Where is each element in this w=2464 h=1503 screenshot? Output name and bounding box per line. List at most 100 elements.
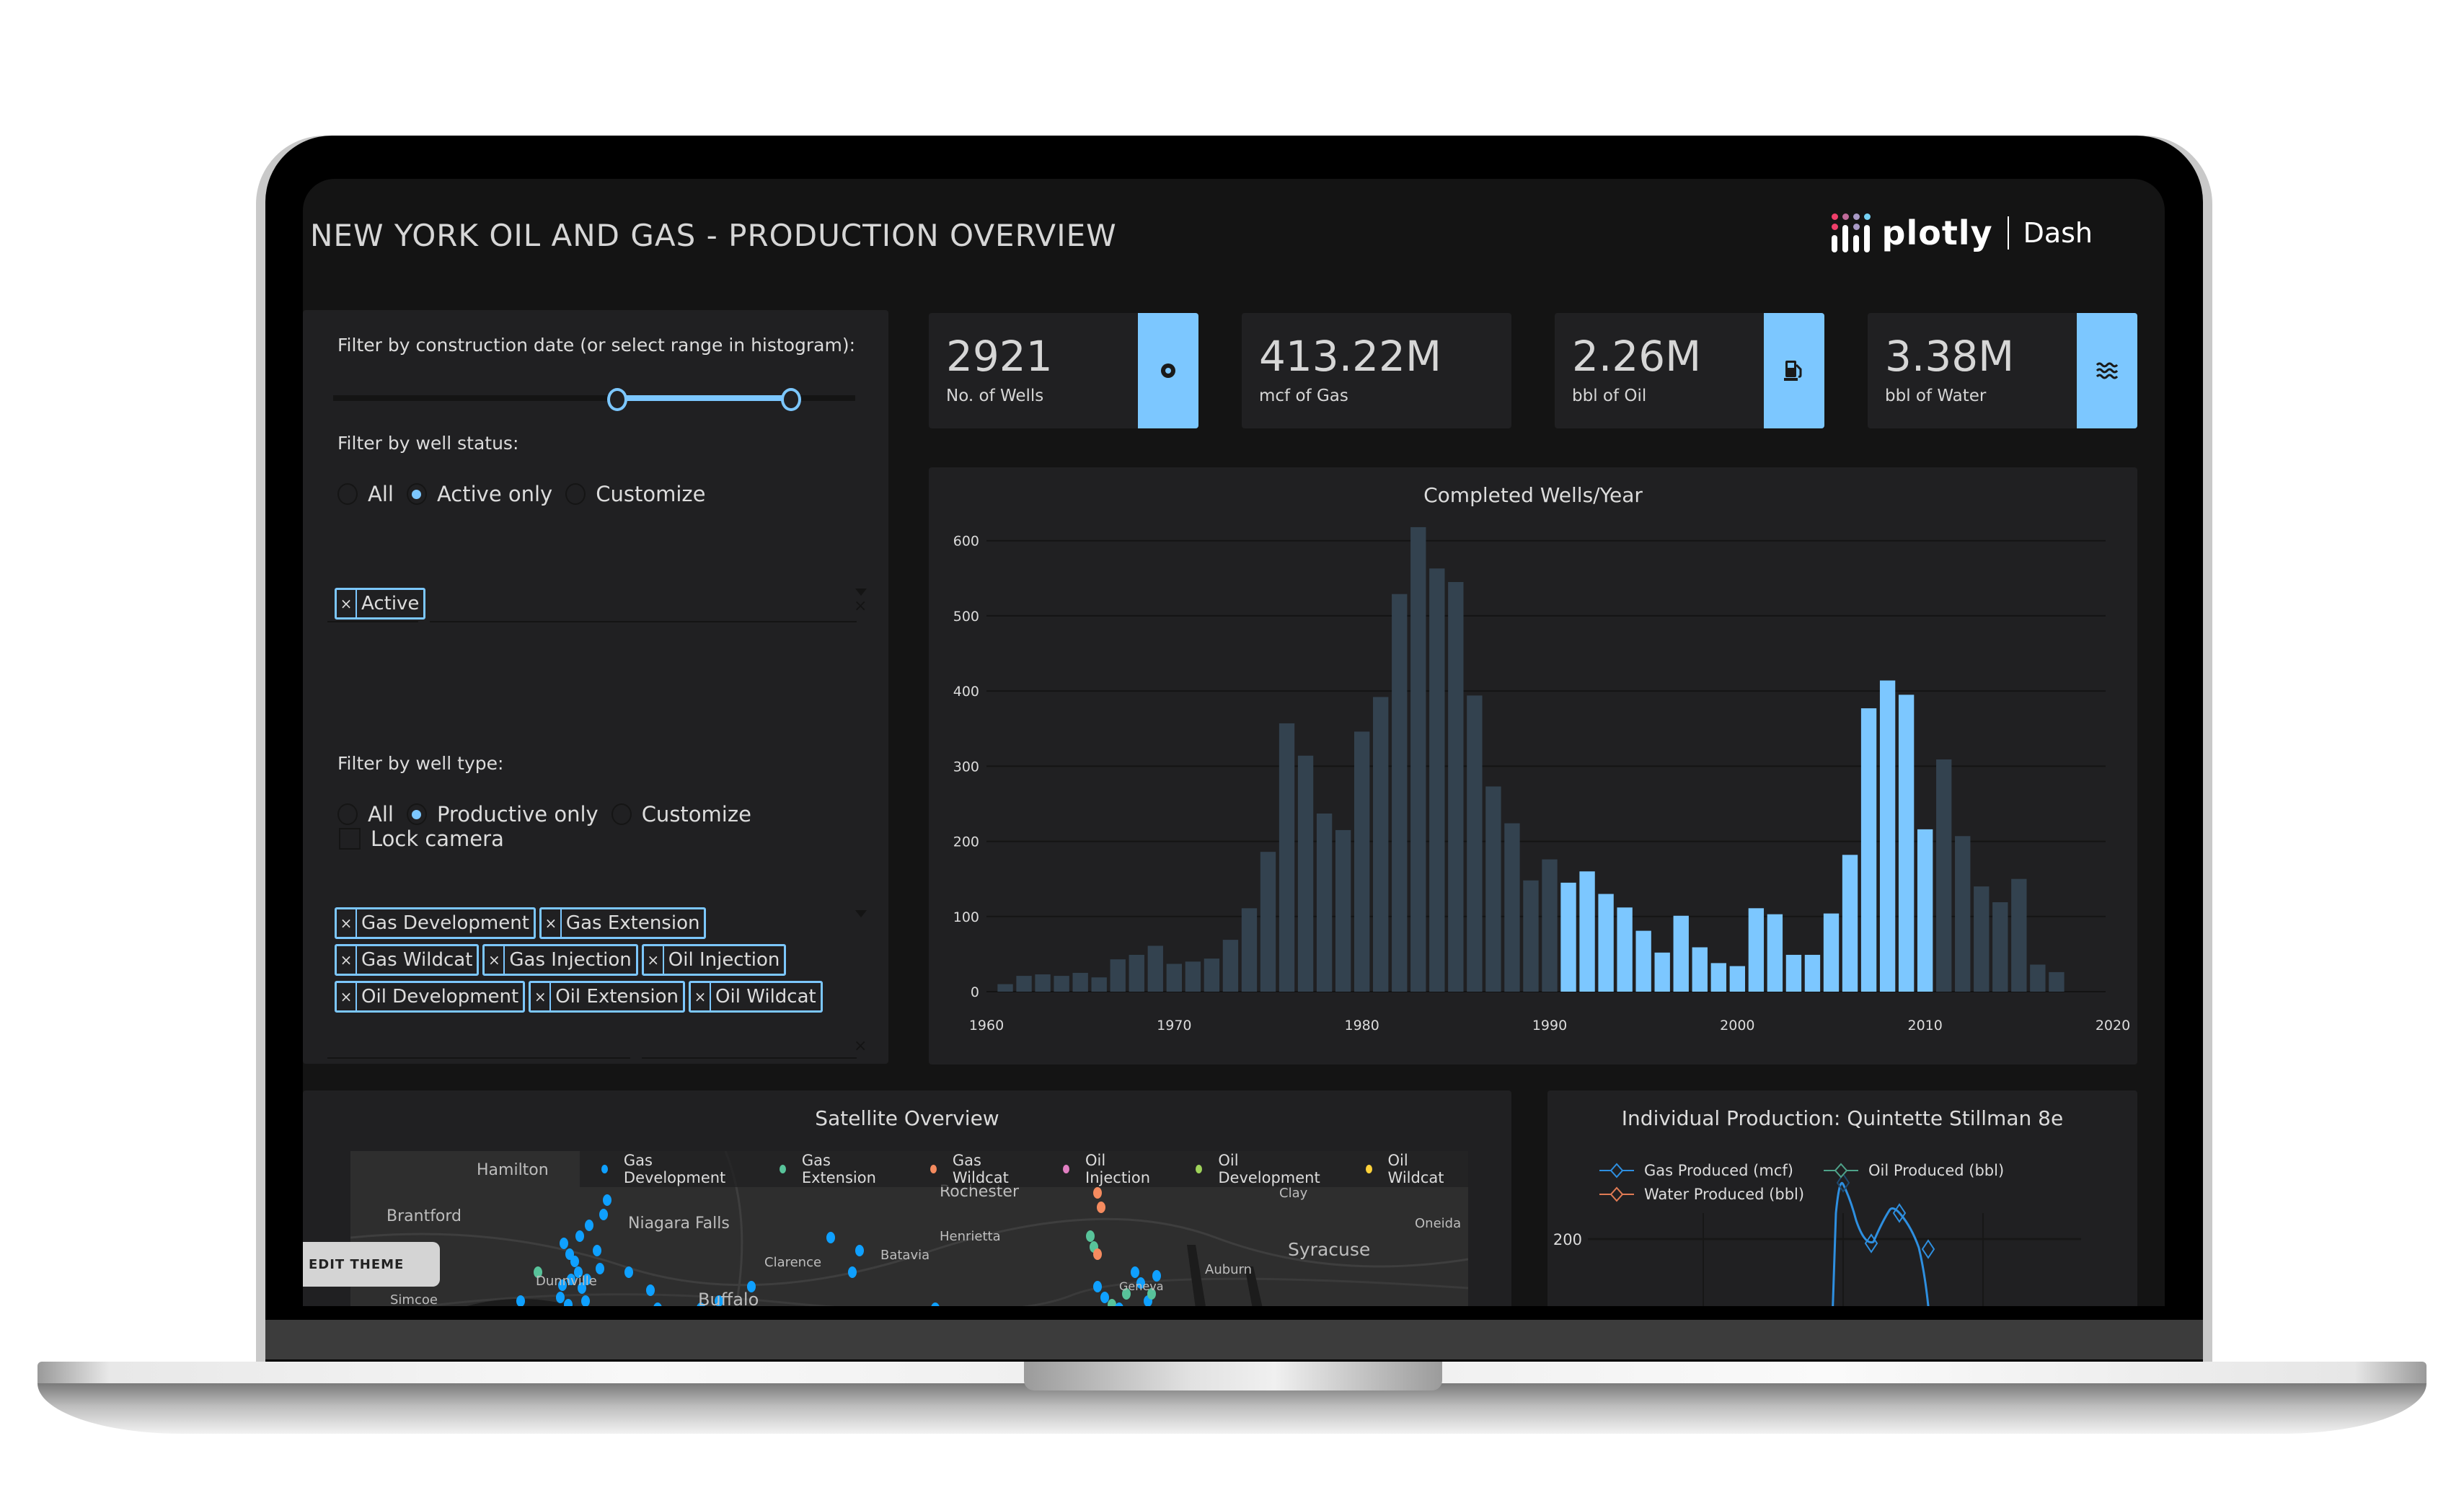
dropdown-arrow-icon[interactable] xyxy=(855,589,867,596)
histogram-bar[interactable] xyxy=(1673,915,1689,992)
radio-button[interactable] xyxy=(337,803,358,825)
radio-button[interactable] xyxy=(406,803,427,825)
production-legend-item[interactable]: Oil Produced (bbl) xyxy=(1822,1162,2004,1179)
type-radio-all[interactable]: All xyxy=(337,802,394,827)
histogram-bar[interactable] xyxy=(1842,855,1858,992)
histogram-bar[interactable] xyxy=(1729,966,1746,992)
histogram-bar[interactable] xyxy=(1467,695,1483,992)
histogram-bar[interactable] xyxy=(1448,582,1464,992)
remove-tag-button[interactable]: × xyxy=(644,946,664,974)
histogram-bar[interactable] xyxy=(1974,886,1990,992)
histogram-bar[interactable] xyxy=(1279,723,1295,992)
well-marker[interactable] xyxy=(1097,1202,1105,1213)
histogram-bar[interactable] xyxy=(1579,871,1595,992)
histogram-bar[interactable] xyxy=(1955,836,1971,992)
histogram-bar[interactable] xyxy=(1917,829,1933,992)
histogram-bar[interactable] xyxy=(1879,680,1896,992)
remove-tag-button[interactable]: × xyxy=(485,946,505,974)
histogram-bar[interactable] xyxy=(1129,954,1144,992)
well-type-dropdown[interactable]: × Gas Development × Gas Extension × Gas Wildc… xyxy=(335,907,832,1013)
histogram-bar[interactable] xyxy=(1635,930,1651,992)
well-marker[interactable] xyxy=(1086,1230,1095,1242)
well-marker[interactable] xyxy=(570,1256,579,1267)
histogram-bar[interactable] xyxy=(1204,958,1220,992)
well-marker[interactable] xyxy=(585,1220,593,1231)
histogram-bar[interactable] xyxy=(1767,914,1783,992)
status-dropdown[interactable]: × Active xyxy=(335,588,839,620)
well-marker[interactable] xyxy=(564,1299,573,1306)
map-legend-item[interactable]: Gas Wildcat xyxy=(929,1152,1041,1186)
histogram-bar[interactable] xyxy=(1110,959,1126,992)
histogram-bar[interactable] xyxy=(2049,971,2065,992)
dropdown-arrow-icon[interactable] xyxy=(855,910,867,917)
well-marker[interactable] xyxy=(593,1245,601,1256)
status-radio-active-only[interactable]: Active only xyxy=(406,482,552,506)
map-legend-item[interactable]: Oil Injection xyxy=(1063,1152,1174,1186)
radio-button[interactable] xyxy=(611,803,632,825)
well-marker[interactable] xyxy=(826,1232,835,1243)
histogram-bar[interactable] xyxy=(1485,786,1501,992)
well-marker[interactable] xyxy=(596,1263,604,1274)
map-legend-item[interactable]: Oil Development xyxy=(1196,1152,1343,1186)
histogram-bar[interactable] xyxy=(1936,759,1952,992)
radio-button[interactable] xyxy=(337,483,358,505)
clear-dropdown-icon[interactable]: × xyxy=(854,1037,867,1055)
remove-tag-button[interactable]: × xyxy=(542,909,562,937)
map-legend-item[interactable]: Gas Extension xyxy=(779,1152,909,1186)
histogram-bar[interactable] xyxy=(1692,947,1708,992)
histogram-bar[interactable] xyxy=(1523,880,1539,992)
histogram-bar[interactable] xyxy=(1542,859,1558,992)
histogram-bar[interactable] xyxy=(1710,963,1726,992)
radio-button[interactable] xyxy=(406,483,427,505)
status-radio-customize[interactable]: Customize xyxy=(565,482,705,506)
clear-dropdown-icon[interactable]: × xyxy=(854,597,867,615)
remove-tag-button[interactable]: × xyxy=(337,946,357,974)
histogram-bar[interactable] xyxy=(1860,708,1877,992)
well-marker[interactable] xyxy=(556,1292,565,1303)
histogram-bar[interactable] xyxy=(1185,961,1201,992)
well-marker[interactable] xyxy=(646,1284,655,1296)
histogram-bar[interactable] xyxy=(1823,913,1840,992)
remove-tag-button[interactable]: × xyxy=(531,983,552,1010)
histogram-bar[interactable] xyxy=(1785,954,1802,992)
histogram-bar[interactable] xyxy=(1035,974,1051,992)
histogram-bar[interactable] xyxy=(1166,964,1183,992)
histogram-bar[interactable] xyxy=(1091,977,1107,992)
histogram-bar[interactable] xyxy=(1598,894,1614,992)
date-range-start-handle[interactable] xyxy=(606,388,627,411)
histogram-bar[interactable] xyxy=(1654,952,1670,992)
histogram-bar[interactable] xyxy=(997,984,1013,992)
map-legend-item[interactable]: Gas Development xyxy=(601,1152,758,1186)
histogram-bar[interactable] xyxy=(1147,946,1163,992)
radio-button[interactable] xyxy=(565,483,586,505)
histogram-bar[interactable] xyxy=(1222,940,1239,992)
histogram-bar[interactable] xyxy=(1748,908,1765,992)
well-marker[interactable] xyxy=(560,1238,568,1249)
remove-tag-button[interactable]: × xyxy=(337,983,357,1010)
histogram-bar[interactable] xyxy=(1260,852,1276,992)
histogram-bar[interactable] xyxy=(1992,902,2008,992)
completed-wells-histogram[interactable]: Completed Wells/Year 0 100 200 300 400 500 600… xyxy=(929,467,2137,1065)
type-radio-productive-only[interactable]: Productive only xyxy=(406,802,599,827)
well-marker[interactable] xyxy=(848,1266,857,1278)
histogram-bar[interactable] xyxy=(1016,976,1032,992)
histogram-bar[interactable] xyxy=(1804,954,1821,992)
histogram-bar[interactable] xyxy=(1617,907,1633,992)
satellite-map[interactable]: Hamilton Brantford Niagara Falls Rochest… xyxy=(350,1151,1468,1306)
histogram-bar[interactable] xyxy=(1410,526,1426,992)
histogram-bar[interactable] xyxy=(1898,695,1915,992)
histogram-bar[interactable] xyxy=(1392,594,1408,992)
production-legend-item[interactable]: Water Produced (bbl) xyxy=(1598,1186,1804,1203)
lock-camera-checkbox[interactable] xyxy=(339,828,361,850)
status-radio-all[interactable]: All xyxy=(337,482,394,506)
histogram-bar[interactable] xyxy=(1373,697,1389,992)
remove-tag-button[interactable]: × xyxy=(691,983,712,1010)
production-legend-item[interactable]: Gas Produced (mcf) xyxy=(1598,1162,1793,1179)
histogram-bar[interactable] xyxy=(1429,568,1445,992)
well-marker[interactable] xyxy=(516,1295,525,1306)
histogram-bar[interactable] xyxy=(1504,823,1520,992)
well-marker[interactable] xyxy=(1131,1266,1139,1278)
well-marker[interactable] xyxy=(575,1230,584,1242)
well-marker[interactable] xyxy=(624,1266,633,1278)
remove-tag-button[interactable]: × xyxy=(337,590,357,617)
